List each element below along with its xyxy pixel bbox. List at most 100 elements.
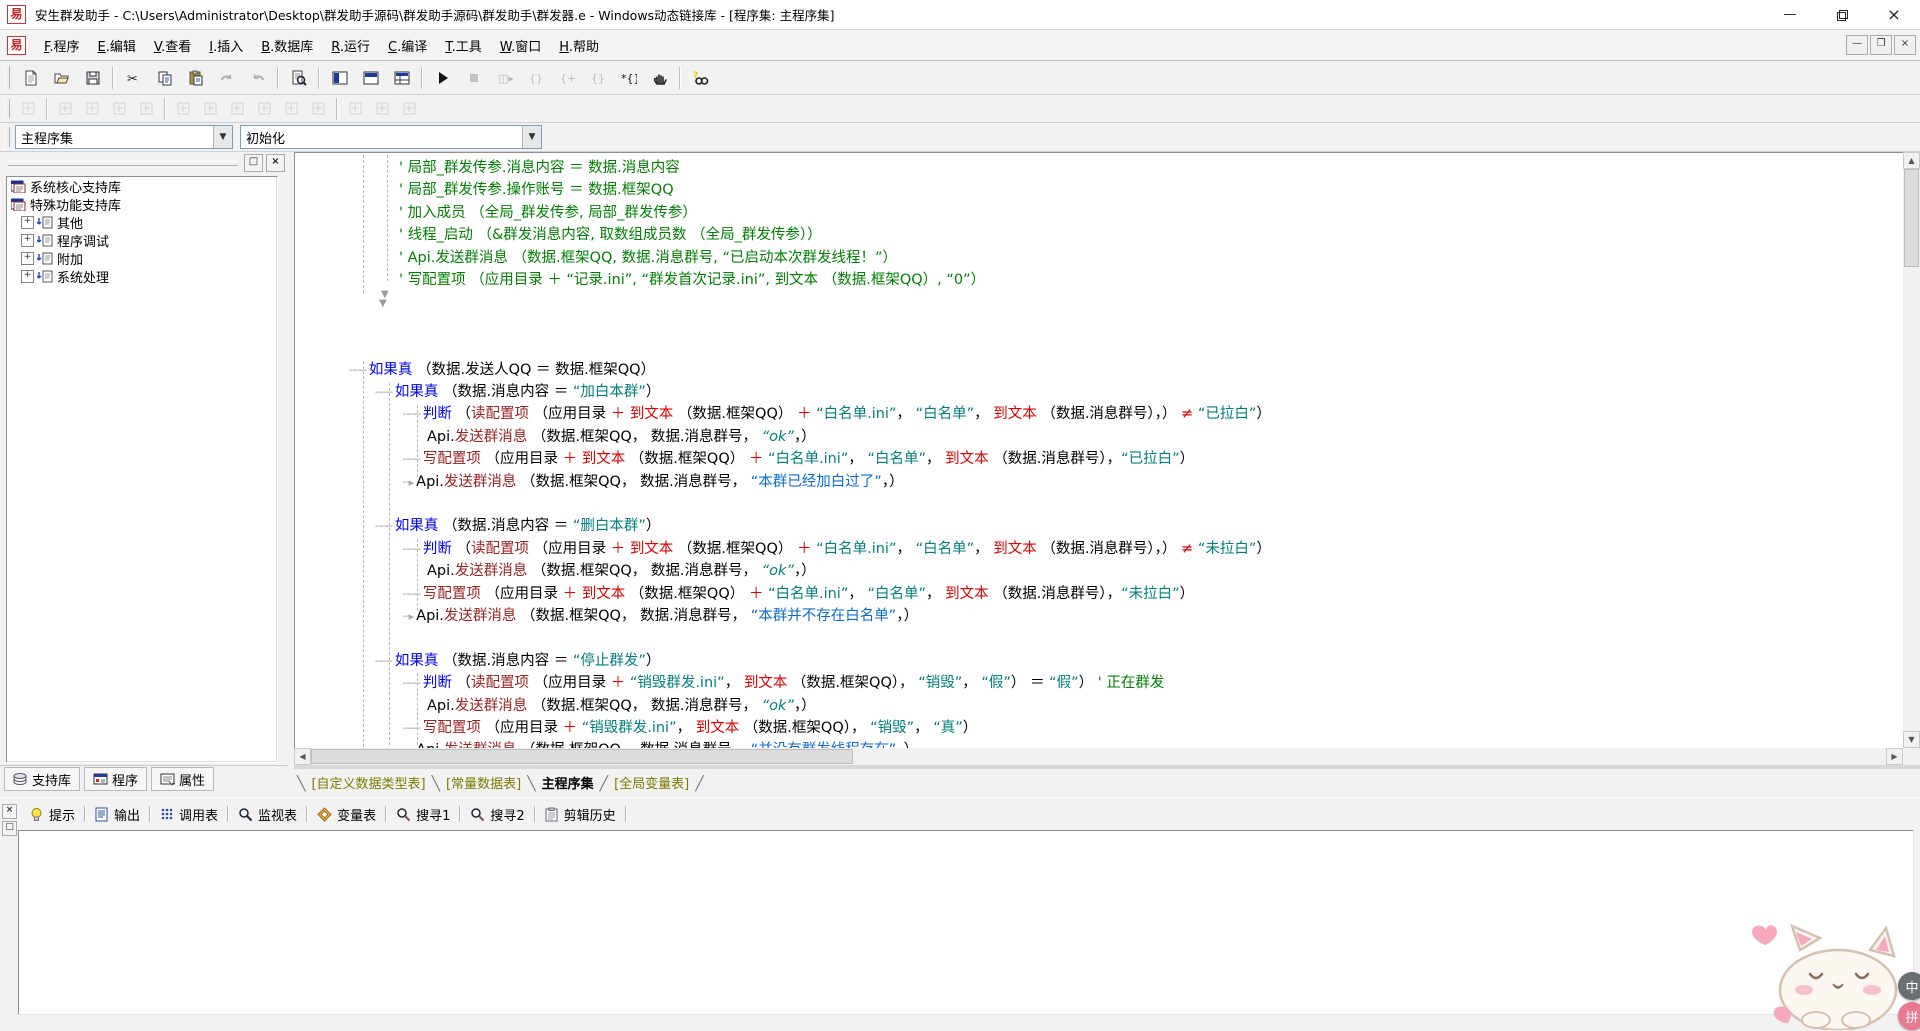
panel-close-button[interactable]: × [266, 154, 285, 172]
code-line[interactable]: ╌▸Api.发送群消息 （数据.框架QQ， 数据.消息群号， “本群并不存在白名… [403, 605, 918, 627]
code-line[interactable]: ╌╌╌如果真 （数据.发送人QQ ＝ 数据.框架QQ） [349, 359, 655, 381]
new-file-button[interactable] [16, 64, 45, 92]
panel-float-button[interactable]: □ [244, 154, 263, 172]
chevron-down-icon[interactable]: ▼ [522, 126, 541, 148]
bottom-tab-搜寻2[interactable]: 搜寻2 [463, 803, 531, 826]
left-tab-程序[interactable]: 程序 [84, 767, 147, 791]
menu-item-f[interactable]: F.程序 [35, 32, 89, 59]
code-line[interactable]: Api.发送群消息 （数据.框架QQ， 数据.消息群号， “ok”，） [427, 426, 816, 448]
copy-button[interactable] [150, 64, 179, 92]
sheet-tab-1[interactable]: [常量数据表] [440, 770, 527, 797]
open-file-button[interactable] [47, 64, 76, 92]
window-grid-button[interactable] [387, 64, 416, 92]
mdi-minimize-button[interactable]: — [1846, 35, 1868, 55]
bottom-tab-剪辑历史[interactable]: 剪辑历史 [538, 803, 623, 826]
run-button[interactable] [428, 64, 457, 92]
expand-plus-icon[interactable]: + [21, 216, 34, 229]
code-line[interactable]: ╌╌╌判断 （读配置项 （应用目录 ＋ “销毁群发.ini”， 到文本 （数据.… [403, 672, 1164, 694]
menu-item-v[interactable]: V.查看 [145, 32, 200, 59]
scroll-down-arrow[interactable]: ▼ [1903, 731, 1920, 748]
bottom-tab-变量表[interactable]: 变量表 [310, 803, 383, 826]
scroll-right-arrow[interactable]: ▶ [1886, 748, 1903, 765]
bottom-tab-输出[interactable]: 输出 [88, 803, 147, 826]
vertical-scroll-thumb[interactable] [1904, 169, 1919, 267]
code-line[interactable]: ╌╌╌写配置项 （应用目录 ＋ 到文本 （数据.框架QQ） ＋ “白名单.ini… [403, 448, 1194, 470]
hint-output-area[interactable] [18, 830, 1914, 1015]
bottom-tab-搜寻1[interactable]: 搜寻1 [389, 803, 457, 826]
menu-item-i[interactable]: I.插入 [200, 32, 252, 59]
menu-item-t[interactable]: T.工具 [436, 32, 491, 59]
bottom-tab-监视表[interactable]: 监视表 [231, 803, 304, 826]
expand-plus-icon[interactable]: + [21, 252, 34, 265]
ime-input-badge[interactable]: 拼 [1898, 1002, 1920, 1030]
menu-item-c[interactable]: C.编译 [379, 32, 436, 59]
sheet-tab-active[interactable]: 主程序集 [536, 770, 600, 797]
ime-language-badge[interactable]: 中 [1898, 972, 1920, 1000]
menu-item-b[interactable]: B.数据库 [252, 32, 322, 59]
chevron-down-icon[interactable]: ▼ [213, 126, 232, 148]
method-combobox[interactable]: 初始化 ▼ [240, 125, 542, 149]
paste-button[interactable] [181, 64, 210, 92]
tree-item-特殊功能支持库[interactable]: 特殊功能支持库 [7, 195, 277, 213]
close-button[interactable]: × [1868, 0, 1920, 29]
left-tab-支持库[interactable]: 支持库 [4, 767, 80, 791]
code-line[interactable]: ╌╌╌写配置项 （应用目录 ＋ 到文本 （数据.框架QQ） ＋ “白名单.ini… [403, 583, 1194, 605]
code-horizontal-scrollbar[interactable]: ◀ ▶ [294, 748, 1903, 765]
menu-item-h[interactable]: H.帮助 [550, 32, 608, 59]
restore-button[interactable] [1816, 0, 1868, 29]
support-library-tree[interactable]: 系统核心支持库特殊功能支持库+其他+程序调试+附加+系统处理 [6, 176, 278, 763]
tree-item-其他[interactable]: +其他 [7, 213, 277, 231]
horizontal-scroll-thumb[interactable] [311, 749, 853, 764]
window-split-horizontal-button[interactable] [356, 64, 385, 92]
mdi-close-button[interactable]: × [1894, 35, 1916, 55]
code-line[interactable]: ╌╌╌写配置项 （应用目录 ＋ “销毁群发.ini”， 到文本 （数据.框架QQ… [403, 717, 977, 739]
pause-button[interactable] [645, 64, 674, 92]
code-line[interactable]: ╌╌╌如果真 （数据.消息内容 ＝ “停止群发”） [375, 650, 660, 672]
output-panel-close-button[interactable]: × [2, 804, 17, 819]
expand-plus-icon[interactable]: + [21, 234, 34, 247]
code-line[interactable]: ' Api.发送群消息 （数据.框架QQ, 数据.消息群号, “已启动本次群发线… [399, 247, 897, 269]
code-line[interactable]: ' 局部_群发传参.消息内容 ＝ 数据.消息内容 [399, 157, 680, 179]
toolbar-gripper[interactable] [4, 127, 10, 147]
code-line[interactable]: Api.发送群消息 （数据.框架QQ， 数据.消息群号， “ok”，） [427, 560, 816, 582]
tree-item-程序调试[interactable]: +程序调试 [7, 231, 277, 249]
toolbar-gripper[interactable] [4, 99, 10, 118]
assembly-combobox[interactable]: 主程序集 ▼ [15, 125, 233, 149]
minimize-button[interactable]: — [1764, 0, 1816, 29]
code-line[interactable]: ' 局部_群发传参.操作账号 ＝ 数据.框架QQ [399, 179, 674, 201]
tree-item-附加[interactable]: +附加 [7, 249, 277, 267]
save-button[interactable] [78, 64, 107, 92]
code-line[interactable]: ' 写配置项 （应用目录 ＋ “记录.ini”, “群发首次记录.ini”, 到… [399, 269, 985, 291]
code-line[interactable]: ╌▸Api.发送群消息 （数据.框架QQ， 数据.消息群号， “本群已经加白过了… [403, 471, 904, 493]
code-line[interactable]: ╌╌╌如果真 （数据.消息内容 ＝ “删白本群”） [375, 515, 660, 537]
code-line[interactable]: ╌╌╌判断 （读配置项 （应用目录 ＋ 到文本 （数据.框架QQ） ＋ “白名单… [403, 403, 1271, 425]
bottom-tab-提示[interactable]: 提示 [22, 803, 82, 826]
scroll-left-arrow[interactable]: ◀ [294, 748, 311, 765]
bottom-tab-调用表[interactable]: 调用表 [153, 803, 225, 826]
scroll-up-arrow[interactable]: ▲ [1903, 152, 1920, 169]
panel-drag-handle[interactable] [8, 161, 238, 166]
help-search-button[interactable]: ? [686, 64, 715, 92]
toolbar-gripper[interactable] [4, 66, 10, 89]
left-tab-属性[interactable]: 属性 [151, 767, 214, 791]
menu-item-w[interactable]: W.窗口 [491, 32, 551, 59]
window-split-vertical-button[interactable] [325, 64, 354, 92]
find-button[interactable] [284, 64, 313, 92]
tree-item-系统处理[interactable]: +系统处理 [7, 267, 277, 285]
code-line[interactable]: ╌╌╌如果真 （数据.消息内容 ＝ “加白本群”） [375, 381, 660, 403]
cut-button[interactable]: ✂ [119, 64, 148, 92]
menu-item-e[interactable]: E.编辑 [89, 32, 145, 59]
code-vertical-scrollbar[interactable]: ▲ ▼ [1903, 152, 1920, 748]
expand-plus-icon[interactable]: + [21, 270, 34, 283]
mdi-restore-button[interactable]: ❐ [1870, 35, 1892, 55]
tree-item-系统核心支持库[interactable]: 系统核心支持库 [7, 177, 277, 195]
code-line[interactable]: Api.发送群消息 （数据.框架QQ， 数据.消息群号， “ok”，） [427, 695, 816, 717]
code-line[interactable]: ' 线程_启动 （&群发消息内容, 取数组成员数 （全局_群发传参）） [399, 224, 822, 246]
toggle-breakpoint-button[interactable]: *{} [614, 64, 643, 92]
code-line[interactable]: ▼ [379, 291, 389, 313]
code-editor[interactable]: ▼ ' 局部_群发传参.消息内容 ＝ 数据.消息内容' 局部_群发传参.操作账号 … [294, 152, 1904, 750]
code-line[interactable]: ╌╌╌判断 （读配置项 （应用目录 ＋ 到文本 （数据.框架QQ） ＋ “白名单… [403, 538, 1271, 560]
code-line[interactable]: ' 加入成员 （全局_群发传参, 局部_群发传参） [399, 202, 697, 224]
output-panel-float-button[interactable]: □ [2, 821, 17, 836]
sheet-tab-3[interactable]: [全局变量表] [608, 770, 695, 797]
